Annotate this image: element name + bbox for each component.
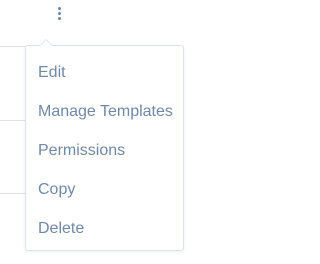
menu-item-edit[interactable]: Edit <box>26 53 183 92</box>
menu-item-delete[interactable]: Delete <box>26 209 183 248</box>
menu-caret-fill <box>40 40 52 46</box>
background-divider <box>0 120 26 121</box>
actions-dropdown-menu: Edit Manage Templates Permissions Copy D… <box>25 39 184 251</box>
menu-item-permissions[interactable]: Permissions <box>26 131 183 170</box>
dot <box>57 6 61 10</box>
page: Edit Manage Templates Permissions Copy D… <box>0 0 242 264</box>
background-divider <box>0 193 26 194</box>
more-options-icon[interactable] <box>53 4 65 22</box>
dot <box>57 16 61 20</box>
background-divider <box>0 46 26 47</box>
menu-item-copy[interactable]: Copy <box>26 170 183 209</box>
dot <box>57 11 61 15</box>
menu-item-manage-templates[interactable]: Manage Templates <box>26 92 183 131</box>
